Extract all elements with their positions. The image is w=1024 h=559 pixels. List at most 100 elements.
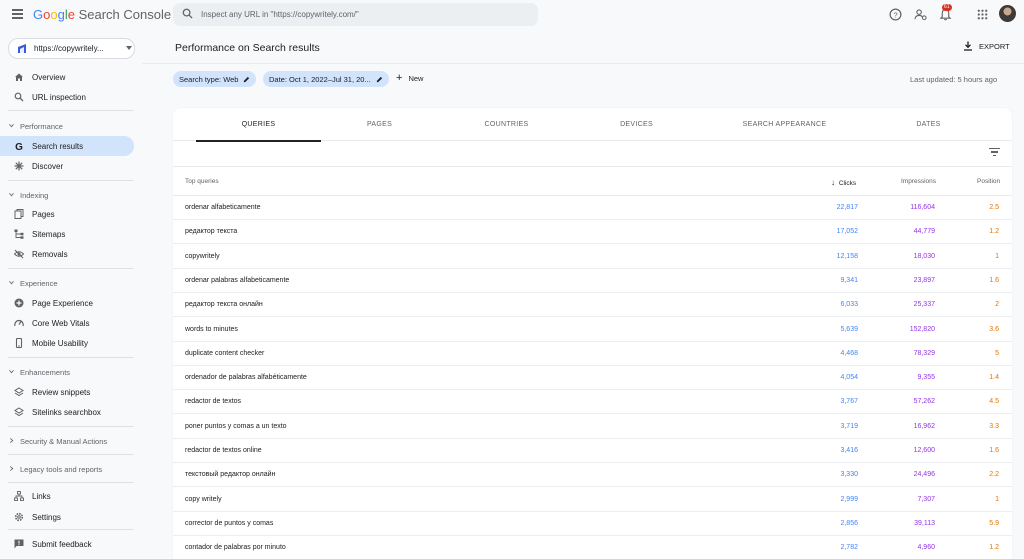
sidebar-item-sitemaps[interactable]: Sitemaps — [0, 224, 134, 244]
new-filter-button[interactable]: + New — [396, 73, 423, 84]
tab-dates[interactable]: DATES — [866, 108, 991, 141]
column-header-query: Top queries — [185, 178, 219, 185]
tab-countries[interactable]: COUNTRIES — [444, 108, 569, 141]
url-inspection-search[interactable] — [173, 3, 538, 26]
sidebar-item-core-web-vitals[interactable]: Core Web Vitals — [0, 313, 134, 333]
manage-users-icon[interactable] — [914, 8, 927, 21]
sidebar-section-enhancements[interactable]: Enhancements — [0, 364, 134, 380]
sidebar-section-security[interactable]: Security & Manual Actions — [0, 433, 134, 449]
search-icon — [14, 92, 24, 102]
logo-letter: G — [33, 7, 44, 22]
clicks-cell: 12,158 — [836, 252, 858, 260]
sidebar-divider — [8, 357, 134, 358]
table-row[interactable]: ordenar alfabeticamente 22,817 116,604 2.5 — [173, 196, 1012, 220]
property-selector[interactable]: https://copywritely... — [8, 38, 135, 59]
impressions-cell: 78,329 — [913, 349, 935, 357]
position-cell: 2.5 — [989, 204, 999, 211]
table-row[interactable]: текстовый редактор онлайн 3,330 24,496 2.2 — [173, 463, 1012, 488]
sidebar-item-settings[interactable]: Settings — [0, 507, 134, 527]
sidebar-item-label: Settings — [32, 513, 61, 522]
table-row[interactable]: words to minutes 5,639 152,820 3.6 — [173, 318, 1012, 342]
section-label: Performance — [20, 122, 63, 131]
sidebar-section-indexing[interactable]: Indexing — [0, 187, 134, 203]
sidebar-item-label: Review snippets — [32, 388, 91, 397]
sidebar-item-page-experience[interactable]: Page Experience — [0, 293, 134, 313]
links-icon — [14, 491, 24, 501]
sidebar-item-pages[interactable]: Pages — [0, 204, 134, 224]
export-button[interactable]: EXPORT — [963, 41, 1010, 51]
sidebar-item-mobile-usability[interactable]: Mobile Usability — [0, 333, 134, 353]
sidebar-item-search-results[interactable]: G Search results — [0, 136, 134, 156]
position-cell: 1.4 — [989, 374, 999, 382]
tab-devices[interactable]: DEVICES — [574, 108, 699, 141]
table-row[interactable]: copywritely 12,158 18,030 1 — [173, 245, 1012, 269]
clicks-cell: 3,330 — [840, 471, 858, 479]
position-cell: 1 — [995, 252, 999, 260]
table-row[interactable]: redactor de textos online 3,416 12,600 1.6 — [173, 439, 1012, 463]
query-cell: words to minutes — [185, 325, 238, 333]
sidebar-item-discover[interactable]: Discover — [0, 156, 134, 176]
search-console-logo[interactable]: Google Search Console — [33, 7, 171, 22]
sidebar-section-performance[interactable]: Performance — [0, 118, 134, 134]
search-input[interactable] — [201, 6, 521, 23]
filter-rows-icon[interactable] — [989, 148, 1000, 157]
table-row[interactable]: contador de palabras por minuto 2,782 4,96… — [173, 536, 1012, 559]
layers-icon — [14, 407, 24, 417]
impressions-cell: 4,960 — [917, 544, 935, 552]
clicks-cell: 2,782 — [840, 544, 858, 552]
header-divider — [142, 63, 1024, 64]
query-cell: copywritely — [185, 252, 220, 260]
main-menu-icon[interactable] — [12, 9, 23, 19]
table-row[interactable]: ordenador de palabras alfabéticamente 4,0… — [173, 366, 1012, 391]
impressions-cell: 16,962 — [913, 422, 935, 430]
table-row[interactable]: corrector de puntos y comas 2,856 39,113 5.… — [173, 512, 1012, 536]
impressions-cell: 39,113 — [914, 519, 935, 527]
sidebar-item-links[interactable]: Links — [0, 486, 134, 506]
query-cell: contador de palabras por minuto — [185, 544, 286, 552]
table-row[interactable]: редактор текста 17,052 44,779 1.2 — [173, 220, 1012, 245]
edit-pencil-icon[interactable] — [243, 76, 250, 83]
sidebar-divider — [8, 454, 134, 455]
table-row[interactable]: redactor de textos 3,767 57,262 4.5 — [173, 390, 1012, 415]
table-row[interactable]: duplicate content checker 4,468 78,329 5 — [173, 342, 1012, 366]
sidebar-item-review-snippets[interactable]: Review snippets — [0, 382, 134, 402]
asterisk-icon — [14, 161, 24, 171]
sidebar-item-label: Core Web Vitals — [32, 319, 90, 328]
impressions-cell: 12,600 — [913, 447, 935, 454]
sidebar-section-experience[interactable]: Experience — [0, 275, 134, 291]
clicks-cell: 3,767 — [840, 398, 858, 406]
home-icon — [15, 73, 23, 81]
column-header-label: Clicks — [838, 180, 857, 187]
sidebar-item-submit-feedback[interactable]: Submit feedback — [0, 534, 134, 554]
feedback-icon — [14, 539, 24, 549]
column-header-position[interactable]: Position — [977, 178, 1000, 185]
table-row[interactable]: poner puntos y comas a un texto 3,719 16,9… — [173, 415, 1012, 439]
table-row[interactable]: copy writely 2,999 7,307 1 — [173, 488, 1012, 512]
tab-queries[interactable]: QUERIES — [196, 108, 321, 142]
search-type-filter-chip[interactable]: Search type: Web — [173, 71, 257, 87]
sidebar: https://copywritely... Overview URL insp… — [0, 30, 142, 559]
column-header-clicks[interactable]: ↓ Clicks — [831, 178, 856, 187]
sidebar-item-label: Sitelinks searchbox — [32, 408, 101, 417]
search-icon — [182, 8, 193, 19]
tab-pages[interactable]: PAGES — [317, 108, 442, 141]
sidebar-item-url-inspection[interactable]: URL inspection — [0, 87, 134, 107]
layers-icon — [14, 387, 24, 397]
sidebar-item-sitelinks-searchbox[interactable]: Sitelinks searchbox — [0, 402, 134, 422]
table-row[interactable]: ordenar palabras alfabeticamente 9,341 23,… — [173, 269, 1012, 293]
position-cell: 1.2 — [989, 544, 999, 552]
column-header-impressions[interactable]: Impressions — [901, 178, 936, 185]
help-icon[interactable]: ? — [889, 8, 902, 21]
account-avatar[interactable] — [999, 5, 1016, 22]
table-row[interactable]: редактор текста онлайн 6,033 25,337 2 — [173, 293, 1012, 318]
section-label: Enhancements — [20, 368, 71, 377]
sidebar-section-legacy-tools[interactable]: Legacy tools and reports — [0, 461, 134, 477]
edit-pencil-icon[interactable] — [376, 76, 383, 83]
sidebar-item-removals[interactable]: Removals — [0, 244, 134, 264]
chip-label: Date: Oct 1, 2022–Jul 31, 20... — [269, 74, 371, 84]
date-filter-chip[interactable]: Date: Oct 1, 2022–Jul 31, 20... — [263, 71, 389, 87]
apps-grid-icon[interactable] — [976, 8, 989, 21]
sidebar-item-overview[interactable]: Overview — [0, 67, 134, 87]
sort-down-arrow-icon: ↓ — [831, 178, 835, 187]
tab-search-appearance[interactable]: SEARCH APPEARANCE — [722, 108, 847, 141]
